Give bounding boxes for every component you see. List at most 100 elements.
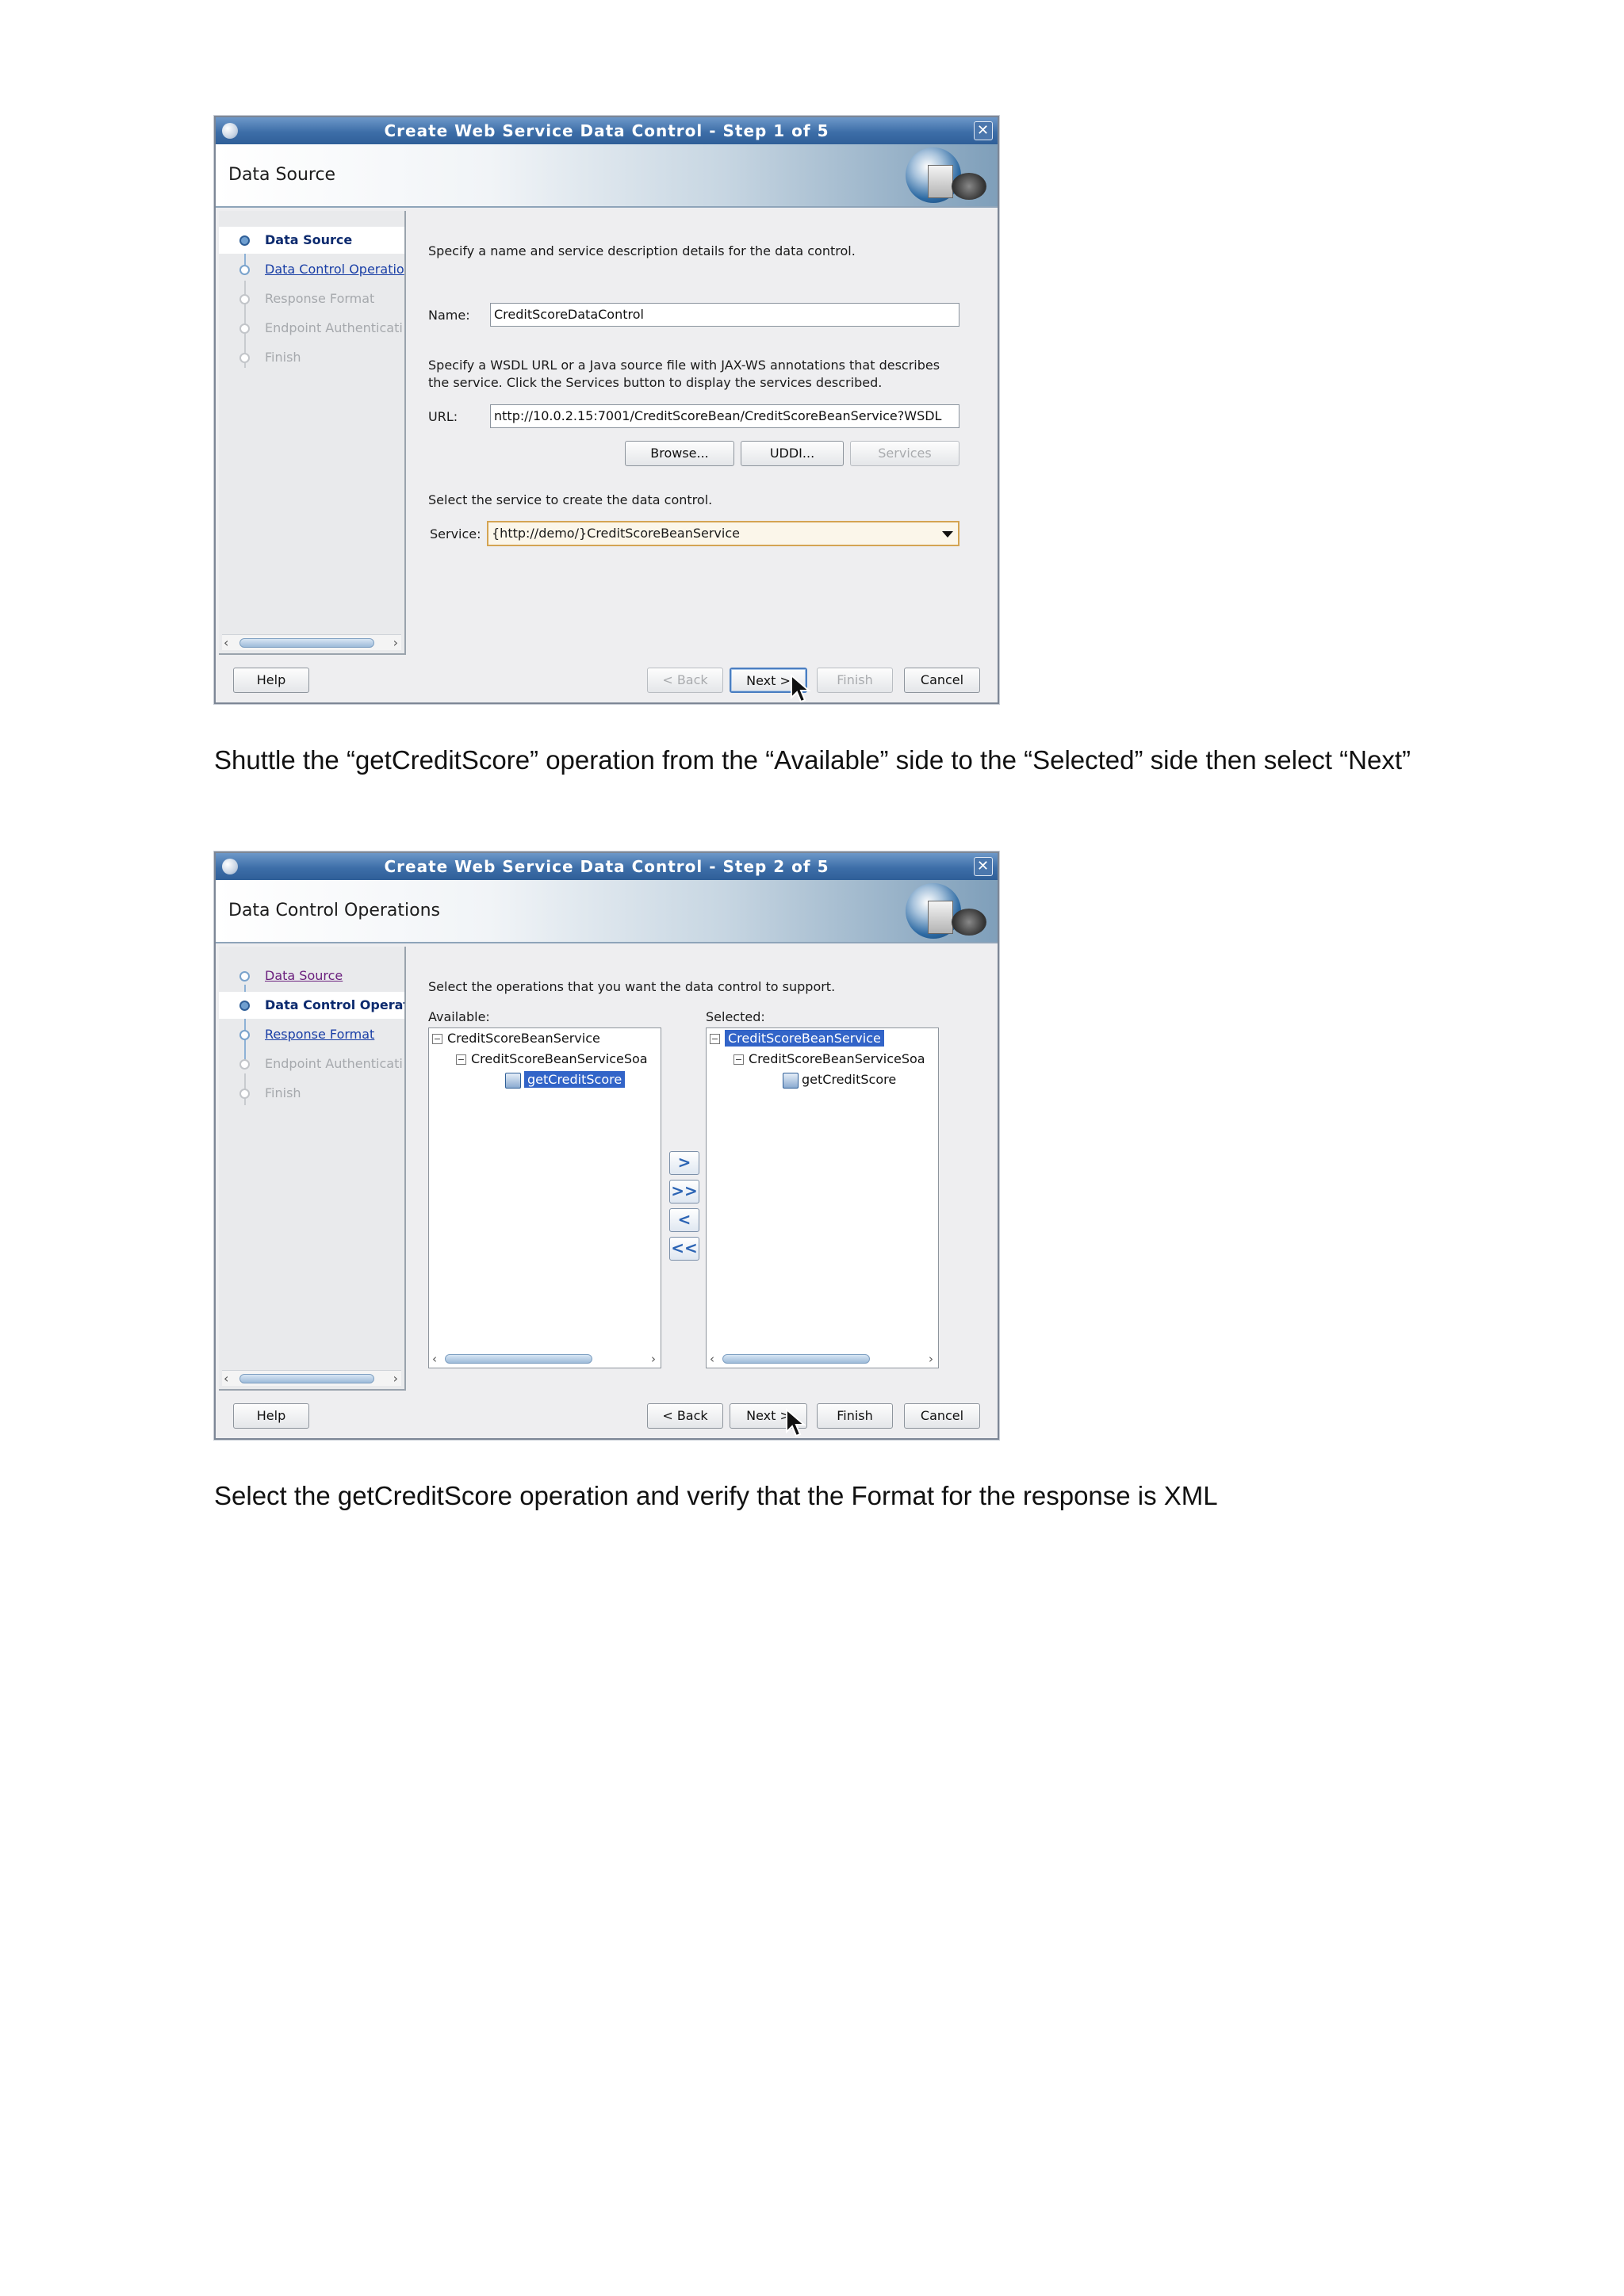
cancel-button[interactable]: Cancel — [904, 1403, 980, 1429]
scroll-thumb[interactable] — [445, 1354, 592, 1364]
step2-title: Create Web Service Data Control - Step 2… — [384, 857, 829, 876]
train-step-response-format[interactable]: Response Format — [219, 1021, 404, 1048]
train-dot — [239, 1001, 250, 1011]
step1-train: Data Source Data Control Operatio Respon… — [219, 211, 406, 655]
step1-intro: Specify a name and service description d… — [428, 243, 856, 258]
finish-button[interactable]: Finish — [817, 1403, 893, 1429]
train-step-data-control-operations[interactable]: Data Control Operatio — [219, 256, 404, 283]
step1-dialog: Create Web Service Data Control - Step 1… — [214, 116, 999, 704]
train-step-label: Response Format — [265, 291, 375, 306]
scroll-thumb[interactable] — [239, 638, 374, 648]
available-label: Available: — [428, 1009, 490, 1024]
train-step-data-source[interactable]: Data Source — [219, 962, 404, 989]
service-dropdown[interactable]: {http://demo/}CreditScoreBeanService — [487, 521, 959, 546]
name-label: Name: — [428, 308, 470, 323]
mouse-cursor-icon — [786, 1408, 806, 1437]
train-step-label: Endpoint Authenticati — [265, 1056, 403, 1071]
chevron-down-icon — [942, 531, 953, 538]
tree-node-service[interactable]: − CreditScoreBeanService — [710, 1028, 884, 1049]
train-step-response-format: Response Format — [219, 285, 404, 312]
tree-node-operation[interactable]: getCreditScore — [505, 1070, 626, 1090]
train-dot — [239, 353, 250, 363]
train-step-endpoint-authentication: Endpoint Authenticati — [219, 1050, 404, 1077]
shuttle-move-all-right-button[interactable]: >> — [669, 1180, 699, 1203]
scroll-left-icon[interactable]: ‹ — [224, 635, 228, 651]
selected-list[interactable]: − CreditScoreBeanService − CreditScoreBean… — [706, 1027, 939, 1368]
train-scrollbar[interactable]: ‹ › — [222, 1370, 401, 1386]
tree-node-port[interactable]: − CreditScoreBeanServiceSoa — [456, 1049, 648, 1070]
cancel-button[interactable]: Cancel — [904, 668, 980, 693]
instruction-caption-1: Shuttle the “getCreditScore” operation f… — [214, 745, 1411, 775]
step1-content: Specify a name and service description d… — [428, 211, 990, 655]
service-dropdown-value: {http://demo/}CreditScoreBeanService — [492, 526, 740, 541]
shuttle-move-right-button[interactable]: > — [669, 1151, 699, 1175]
scroll-thumb[interactable] — [722, 1354, 870, 1364]
step2-dialog: Create Web Service Data Control - Step 2… — [214, 851, 999, 1440]
train-dot — [239, 1030, 250, 1040]
browse-button[interactable]: Browse... — [625, 441, 734, 466]
train-step-data-source[interactable]: Data Source — [219, 227, 404, 254]
scroll-right-icon[interactable]: › — [651, 1352, 656, 1366]
tree-node-port[interactable]: − CreditScoreBeanServiceSoa — [733, 1049, 925, 1070]
scroll-left-icon[interactable]: ‹ — [432, 1352, 437, 1366]
train-step-label: Data Source — [265, 968, 343, 983]
selected-scrollbar[interactable]: ‹ › — [708, 1352, 936, 1366]
scroll-thumb[interactable] — [239, 1374, 374, 1383]
train-step-finish: Finish — [219, 344, 404, 371]
back-button[interactable]: < Back — [647, 1403, 723, 1429]
step2-banner-title: Data Control Operations — [228, 901, 440, 920]
expander-icon[interactable]: − — [432, 1034, 442, 1044]
operation-icon — [783, 1072, 799, 1089]
operation-icon — [505, 1072, 521, 1089]
name-field[interactable]: CreditScoreDataControl — [490, 303, 959, 327]
tree-node-service[interactable]: − CreditScoreBeanService — [432, 1028, 600, 1049]
tree-node-label: CreditScoreBeanService — [447, 1031, 600, 1046]
train-step-data-control-operations[interactable]: Data Control Operati — [219, 992, 404, 1019]
train-step-finish: Finish — [219, 1080, 404, 1107]
close-icon[interactable]: ✕ — [974, 857, 993, 876]
back-button: < Back — [647, 668, 723, 693]
window-icon — [222, 859, 238, 874]
shuttle-move-all-left-button[interactable]: << — [669, 1237, 699, 1261]
train-dot — [239, 323, 250, 334]
available-list[interactable]: − CreditScoreBeanService − CreditScoreBean… — [428, 1027, 661, 1368]
server-icon — [928, 165, 953, 198]
uddi-button[interactable]: UDDI... — [741, 441, 844, 466]
help-button[interactable]: Help — [233, 1403, 309, 1429]
train-step-label: Response Format — [265, 1027, 375, 1042]
scroll-left-icon[interactable]: ‹ — [224, 1371, 228, 1387]
scroll-right-icon[interactable]: › — [393, 1371, 398, 1387]
shuttle-move-left-button[interactable]: < — [669, 1208, 699, 1232]
available-scrollbar[interactable]: ‹ › — [431, 1352, 659, 1366]
service-label: Service: — [430, 526, 481, 541]
tree-node-operation[interactable]: getCreditScore — [783, 1070, 896, 1090]
step2-content: Select the operations that you want the … — [428, 947, 990, 1391]
train-scrollbar[interactable]: ‹ › — [222, 634, 401, 650]
help-button[interactable]: Help — [233, 668, 309, 693]
step2-titlebar[interactable]: Create Web Service Data Control - Step 2… — [216, 853, 998, 880]
train-dot — [239, 294, 250, 304]
train-dot — [239, 265, 250, 275]
step1-titlebar[interactable]: Create Web Service Data Control - Step 1… — [216, 117, 998, 144]
scroll-left-icon[interactable]: ‹ — [710, 1352, 714, 1366]
train-step-label: Endpoint Authenticati — [265, 320, 403, 335]
tree-node-label: CreditScoreBeanServiceSoa — [471, 1051, 648, 1066]
url-field[interactable]: nttp://10.0.2.15:7001/CreditScoreBean/Cr… — [490, 404, 959, 428]
close-icon[interactable]: ✕ — [974, 121, 993, 140]
expander-icon[interactable]: − — [733, 1054, 744, 1065]
train-dot — [239, 235, 250, 246]
expander-icon[interactable]: − — [710, 1034, 720, 1044]
instruction-caption-2: Select the getCreditScore operation and … — [214, 1481, 1218, 1510]
scroll-right-icon[interactable]: › — [929, 1352, 933, 1366]
window-icon — [222, 123, 238, 139]
gear-icon — [952, 909, 986, 936]
selected-label: Selected: — [706, 1009, 765, 1024]
scroll-right-icon[interactable]: › — [393, 635, 398, 651]
expander-icon[interactable]: − — [456, 1054, 466, 1065]
server-icon — [928, 901, 953, 934]
finish-button: Finish — [817, 668, 893, 693]
train-dot — [239, 971, 250, 982]
select-service-text: Select the service to create the data co… — [428, 492, 713, 507]
step1-title: Create Web Service Data Control - Step 1… — [384, 121, 829, 140]
mouse-cursor-icon — [791, 674, 811, 703]
